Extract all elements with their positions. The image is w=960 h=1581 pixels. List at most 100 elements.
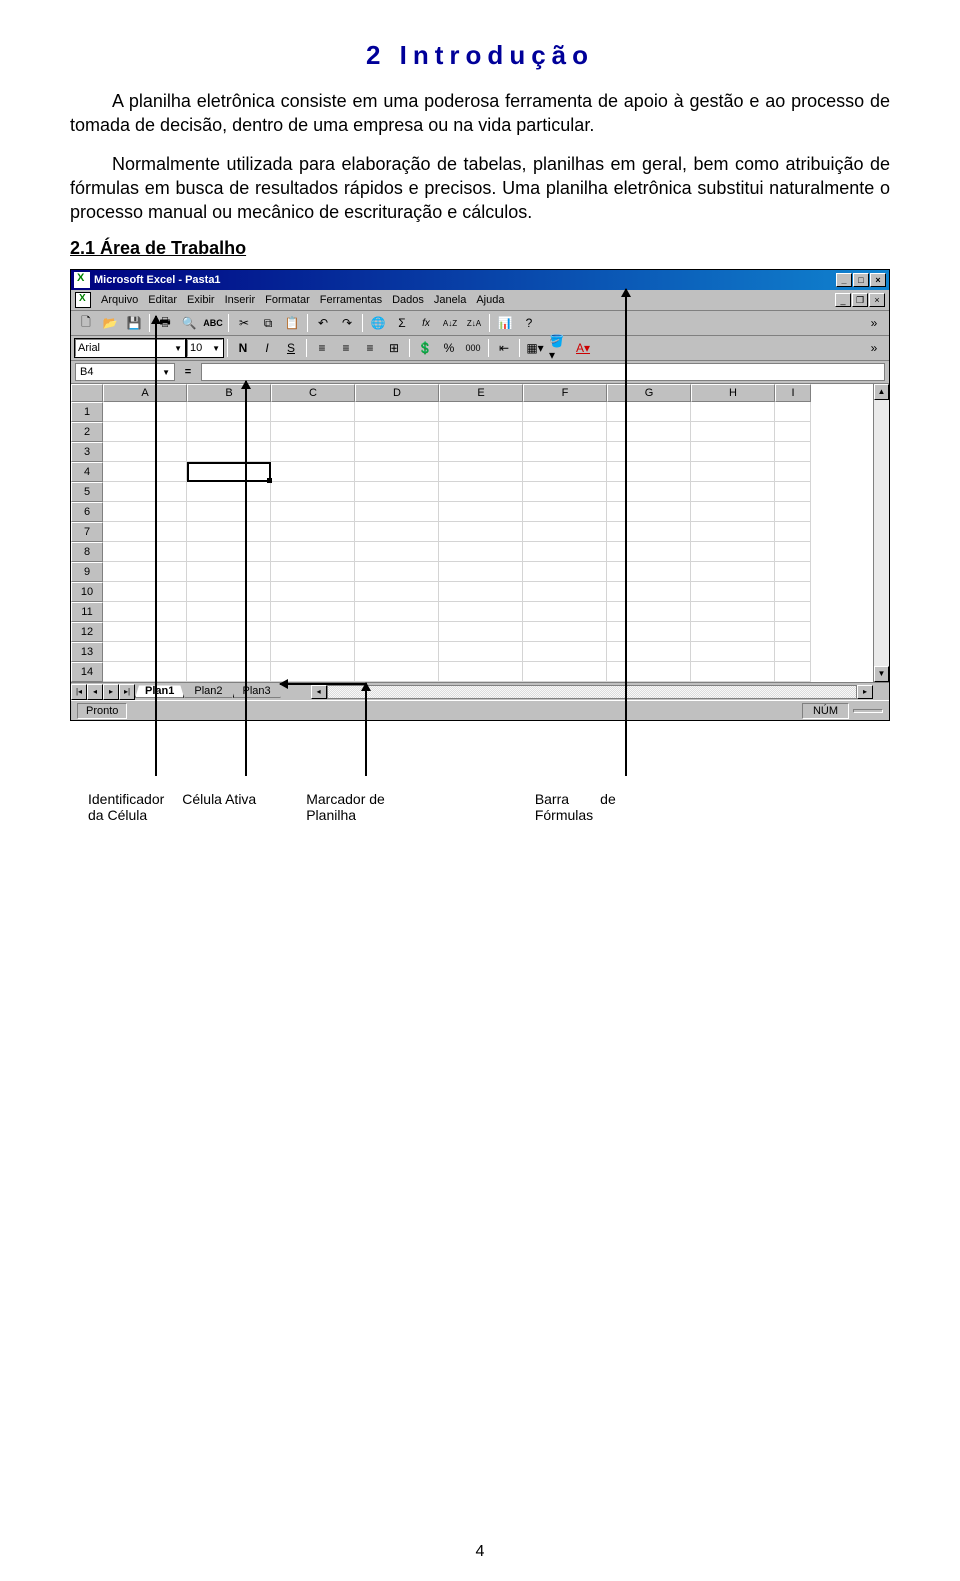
row-header-10[interactable]: 10 (71, 582, 103, 602)
borders-icon[interactable]: ▦▾ (524, 338, 546, 358)
menu-ferramentas[interactable]: Ferramentas (320, 294, 382, 306)
cell-F4[interactable] (523, 462, 607, 482)
cell-E1[interactable] (439, 402, 523, 422)
name-box[interactable]: B4▼ (75, 363, 175, 381)
cell-G4[interactable] (607, 462, 691, 482)
close-button[interactable]: × (870, 273, 886, 287)
scroll-right-icon[interactable]: ▸ (857, 685, 873, 699)
vertical-scrollbar[interactable]: ▲ ▼ (873, 384, 889, 682)
mdi-close-button[interactable]: × (869, 293, 885, 307)
row-header-14[interactable]: 14 (71, 662, 103, 682)
cell-G5[interactable] (607, 482, 691, 502)
cell-A6[interactable] (103, 502, 187, 522)
cell-D7[interactable] (355, 522, 439, 542)
cell-H10[interactable] (691, 582, 775, 602)
cell-B2[interactable] (187, 422, 271, 442)
cell-D13[interactable] (355, 642, 439, 662)
cell-B7[interactable] (187, 522, 271, 542)
row-header-3[interactable]: 3 (71, 442, 103, 462)
menu-formatar[interactable]: Formatar (265, 294, 310, 306)
maximize-button[interactable]: □ (853, 273, 869, 287)
align-center-icon[interactable]: ≡ (335, 338, 357, 358)
cell-F13[interactable] (523, 642, 607, 662)
col-header-D[interactable]: D (355, 384, 439, 402)
cell-C8[interactable] (271, 542, 355, 562)
cell-G1[interactable] (607, 402, 691, 422)
cell-C11[interactable] (271, 602, 355, 622)
cell-I6[interactable] (775, 502, 811, 522)
select-all-corner[interactable] (71, 384, 103, 402)
cell-F9[interactable] (523, 562, 607, 582)
cell-E6[interactable] (439, 502, 523, 522)
cell-F7[interactable] (523, 522, 607, 542)
cell-A11[interactable] (103, 602, 187, 622)
cell-G6[interactable] (607, 502, 691, 522)
cell-D14[interactable] (355, 662, 439, 682)
cut-icon[interactable]: ✂ (233, 313, 255, 333)
cell-C6[interactable] (271, 502, 355, 522)
cell-G3[interactable] (607, 442, 691, 462)
cell-D2[interactable] (355, 422, 439, 442)
cell-I12[interactable] (775, 622, 811, 642)
align-left-icon[interactable]: ≡ (311, 338, 333, 358)
sheet-tab-plan1[interactable]: Plan1 (135, 685, 184, 698)
fill-color-icon[interactable]: 🪣▾ (548, 338, 570, 358)
cell-A3[interactable] (103, 442, 187, 462)
cell-C2[interactable] (271, 422, 355, 442)
minimize-button[interactable]: _ (836, 273, 852, 287)
font-color-icon[interactable]: A▾ (572, 338, 594, 358)
col-header-C[interactable]: C (271, 384, 355, 402)
cell-E14[interactable] (439, 662, 523, 682)
cell-B10[interactable] (187, 582, 271, 602)
underline-icon[interactable]: S (280, 338, 302, 358)
cell-F3[interactable] (523, 442, 607, 462)
cell-F11[interactable] (523, 602, 607, 622)
col-header-A[interactable]: A (103, 384, 187, 402)
cell-H5[interactable] (691, 482, 775, 502)
cell-B11[interactable] (187, 602, 271, 622)
row-header-13[interactable]: 13 (71, 642, 103, 662)
cell-I8[interactable] (775, 542, 811, 562)
hyperlink-icon[interactable]: 🌐 (367, 313, 389, 333)
cell-I11[interactable] (775, 602, 811, 622)
formula-bar[interactable] (201, 363, 885, 381)
menu-dados[interactable]: Dados (392, 294, 424, 306)
cell-H1[interactable] (691, 402, 775, 422)
row-header-5[interactable]: 5 (71, 482, 103, 502)
cell-E2[interactable] (439, 422, 523, 442)
more-format-icon[interactable]: » (863, 338, 885, 358)
font-name-select[interactable]: Arial▼ (75, 339, 185, 357)
cell-I13[interactable] (775, 642, 811, 662)
cell-H11[interactable] (691, 602, 775, 622)
percent-icon[interactable]: % (438, 338, 460, 358)
cell-D10[interactable] (355, 582, 439, 602)
cell-F6[interactable] (523, 502, 607, 522)
horizontal-scrollbar[interactable]: ◂ ▸ (311, 685, 873, 699)
save-icon[interactable]: 💾 (123, 313, 145, 333)
cell-F8[interactable] (523, 542, 607, 562)
cell-G11[interactable] (607, 602, 691, 622)
cell-E3[interactable] (439, 442, 523, 462)
cell-G2[interactable] (607, 422, 691, 442)
comma-icon[interactable]: 000 (462, 338, 484, 358)
col-header-B[interactable]: B (187, 384, 271, 402)
equals-button[interactable]: = (179, 366, 197, 378)
cell-H3[interactable] (691, 442, 775, 462)
row-header-9[interactable]: 9 (71, 562, 103, 582)
cell-A8[interactable] (103, 542, 187, 562)
cell-H9[interactable] (691, 562, 775, 582)
undo-icon[interactable]: ↶ (312, 313, 334, 333)
tab-prev-icon[interactable]: ◂ (87, 684, 103, 700)
col-header-I[interactable]: I (775, 384, 811, 402)
sort-asc-icon[interactable]: A↓Z (439, 313, 461, 333)
cell-A1[interactable] (103, 402, 187, 422)
merge-icon[interactable]: ⊞ (383, 338, 405, 358)
cell-A9[interactable] (103, 562, 187, 582)
currency-icon[interactable]: 💲 (414, 338, 436, 358)
paste-icon[interactable]: 📋 (281, 313, 303, 333)
italic-icon[interactable]: I (256, 338, 278, 358)
cell-F2[interactable] (523, 422, 607, 442)
cell-C3[interactable] (271, 442, 355, 462)
cell-H6[interactable] (691, 502, 775, 522)
bold-icon[interactable]: N (232, 338, 254, 358)
